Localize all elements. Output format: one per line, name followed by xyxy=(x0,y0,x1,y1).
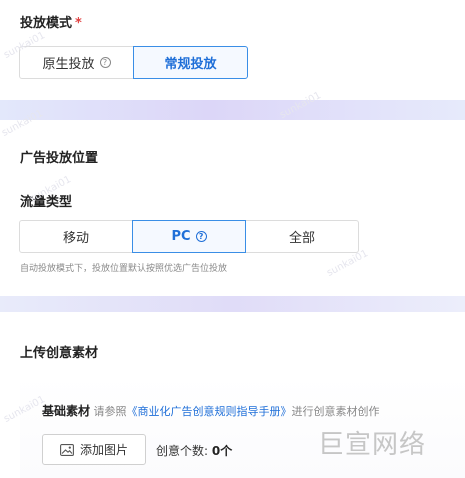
delivery-mode-native-button[interactable]: 原生投放 ? xyxy=(19,46,134,79)
guide-link[interactable]: 《商业化广告创意规则指导手册》 xyxy=(127,405,292,418)
help-icon[interactable]: ? xyxy=(99,57,111,68)
add-image-label: 添加图片 xyxy=(79,443,128,457)
traffic-all-button[interactable]: 全部 xyxy=(245,220,359,253)
image-icon xyxy=(60,443,74,456)
count-value: 0个 xyxy=(211,444,233,458)
count-label: 创意个数: xyxy=(156,444,209,458)
refer-text: 请参照 xyxy=(93,405,127,418)
traffic-type-segmented: 移动 PC ? 全部 xyxy=(19,220,359,253)
basic-material-label: 基础素材 xyxy=(42,404,91,418)
native-label: 原生投放 xyxy=(42,57,95,72)
delivery-mode-title: 投放模式 * xyxy=(20,12,82,31)
mobile-label: 移动 xyxy=(62,231,89,246)
creative-count: 创意个数: 0个 xyxy=(156,442,232,459)
pc-label: PC xyxy=(171,229,191,244)
section-divider-band xyxy=(0,100,465,120)
traffic-type-title: 流量类型 xyxy=(20,195,73,210)
section-divider-band xyxy=(0,296,465,312)
placement-title: 广告投放位置 xyxy=(20,151,99,166)
all-label: 全部 xyxy=(288,231,315,246)
help-icon[interactable]: ? xyxy=(195,231,207,242)
delivery-mode-regular-button[interactable]: 常规投放 xyxy=(133,46,248,79)
after-text: 进行创意素材创作 xyxy=(291,405,380,418)
required-mark: * xyxy=(75,16,82,31)
placement-hint: 自动投放模式下，投放位置默认按照优选广告位投放 xyxy=(20,264,228,274)
traffic-pc-button[interactable]: PC ? xyxy=(132,220,246,253)
basic-material-line: 基础素材 请参照《商业化广告创意规则指导手册》进行创意素材创作 xyxy=(42,402,380,419)
delivery-mode-segmented: 原生投放 ? 常规投放 xyxy=(19,46,248,79)
regular-label: 常规投放 xyxy=(164,57,217,72)
brand-watermark: 巨宣网络 xyxy=(318,430,427,460)
upload-title: 上传创意素材 xyxy=(20,346,99,361)
delivery-mode-title-text: 投放模式 xyxy=(20,16,73,31)
traffic-mobile-button[interactable]: 移动 xyxy=(19,220,133,253)
add-image-button[interactable]: 添加图片 xyxy=(42,434,146,465)
